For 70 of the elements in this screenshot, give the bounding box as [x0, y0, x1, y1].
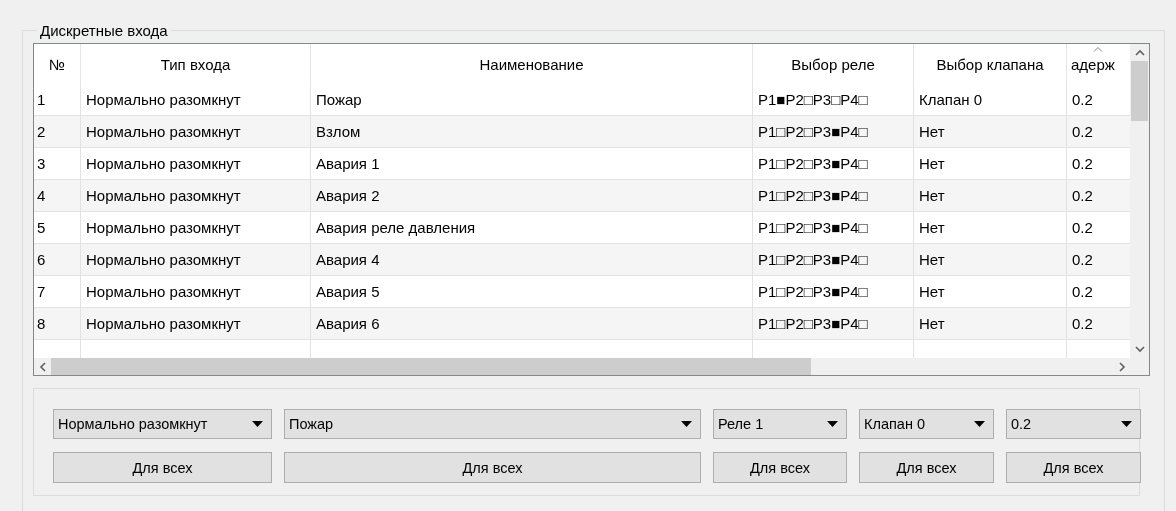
- table-cell: Нет: [914, 212, 1067, 243]
- table-cell: Нет: [914, 308, 1067, 339]
- table-cell: P1■P2□P3□P4□: [753, 84, 914, 115]
- column-header[interactable]: №: [34, 44, 81, 84]
- table-cell: Нормально разомкнут: [81, 244, 311, 275]
- horizontal-scrollbar[interactable]: [34, 358, 1130, 375]
- apply-all-button[interactable]: Для всех: [713, 452, 847, 483]
- scroll-thumb[interactable]: [1131, 61, 1148, 121]
- apply-all-button[interactable]: Для всех: [53, 452, 272, 483]
- table-cell: P1□P2□P3■P4□: [753, 148, 914, 179]
- table-cell: Нет: [914, 276, 1067, 307]
- table-cell: 3: [34, 148, 81, 179]
- vertical-scrollbar[interactable]: [1130, 44, 1149, 358]
- table-cell: 5: [34, 212, 81, 243]
- column-header[interactable]: Выбор реле: [753, 44, 914, 84]
- apply-all-button[interactable]: Для всех: [284, 452, 701, 483]
- table-cell: 2: [34, 116, 81, 147]
- table-cell: 7: [34, 276, 81, 307]
- table-cell: Нормально разомкнут: [81, 276, 311, 307]
- table-cell: Нет: [914, 148, 1067, 179]
- column-header[interactable]: Тип входа: [81, 44, 311, 84]
- table-cell: 6: [34, 244, 81, 275]
- caret-icon: [1121, 421, 1132, 427]
- table-cell: Нормально разомкнут: [81, 148, 311, 179]
- apply-all-button[interactable]: Для всех: [859, 452, 994, 483]
- dropdown[interactable]: Пожар: [284, 409, 701, 439]
- dropdown[interactable]: Нормально разомкнут: [53, 409, 272, 439]
- table-cell: 1: [34, 84, 81, 115]
- column-header[interactable]: Наименование: [311, 44, 753, 84]
- scroll-down-icon[interactable]: [1134, 345, 1145, 353]
- scroll-up-icon[interactable]: [1134, 48, 1145, 57]
- apply-all-button[interactable]: Для всех: [1006, 452, 1141, 483]
- table-cell: Взлом: [311, 116, 753, 147]
- table-cell: Авария 4: [311, 244, 753, 275]
- table-cell: Нет: [914, 244, 1067, 275]
- table-cell: Авария 1: [311, 148, 753, 179]
- caret-icon: [827, 421, 838, 427]
- table-cell: Авария 2: [311, 180, 753, 211]
- scroll-right-icon[interactable]: [1117, 361, 1126, 372]
- table-cell: Авария 5: [311, 276, 753, 307]
- table-cell: P1□P2□P3■P4□: [753, 308, 914, 339]
- table-cell: P1□P2□P3■P4□: [753, 212, 914, 243]
- column-header[interactable]: адерж: [1067, 44, 1130, 84]
- caret-icon: [681, 421, 692, 427]
- table-cell: Нормально разомкнут: [81, 116, 311, 147]
- group-title: Дискретные входа: [39, 22, 169, 39]
- dropdown[interactable]: 0.2: [1006, 409, 1141, 439]
- table-cell: Нормально разомкнут: [81, 180, 311, 211]
- table-cell: Нормально разомкнут: [81, 308, 311, 339]
- column-header[interactable]: Выбор клапана: [914, 44, 1067, 84]
- table-cell: P1□P2□P3■P4□: [753, 244, 914, 275]
- table-cell: Нормально разомкнут: [81, 212, 311, 243]
- caret-icon: [252, 421, 263, 427]
- table-cell: Нормально разомкнут: [81, 84, 311, 115]
- table-cell: Пожар: [311, 84, 753, 115]
- table-cell: 4: [34, 180, 81, 211]
- table-cell: Нет: [914, 180, 1067, 211]
- scroll-thumb[interactable]: [51, 358, 811, 375]
- table-cell: P1□P2□P3■P4□: [753, 180, 914, 211]
- table-cell: Нет: [914, 116, 1067, 147]
- table-cell: P1□P2□P3■P4□: [753, 276, 914, 307]
- table-cell: Клапан 0: [914, 84, 1067, 115]
- table-cell: Авария реле давления: [311, 212, 753, 243]
- table-cell: P1□P2□P3■P4□: [753, 116, 914, 147]
- caret-icon: [974, 421, 985, 427]
- scroll-left-icon[interactable]: [38, 361, 47, 372]
- dropdown[interactable]: Реле 1: [713, 409, 847, 439]
- table-cell: Авария 6: [311, 308, 753, 339]
- dropdown[interactable]: Клапан 0: [859, 409, 994, 439]
- table-cell: 8: [34, 308, 81, 339]
